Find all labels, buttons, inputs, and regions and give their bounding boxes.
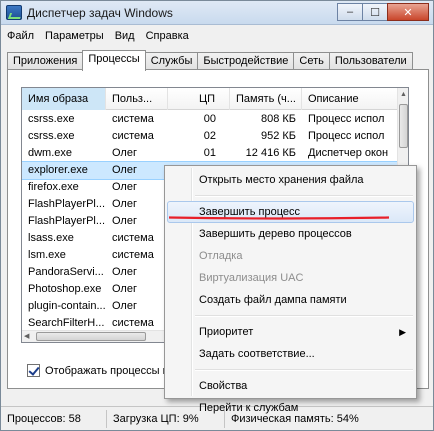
cell-user: Олег: [112, 266, 137, 278]
close-button[interactable]: ✕: [387, 3, 429, 21]
tab-network[interactable]: Сеть: [293, 52, 330, 70]
window-controls: – ☐ ✕: [337, 3, 429, 21]
column-image-name[interactable]: Имя образа: [22, 88, 106, 110]
cell-image-name: Photoshop.exe: [28, 283, 102, 295]
column-user[interactable]: Польз...: [106, 88, 168, 110]
menu-item-label: Открыть место хранения файла: [199, 174, 364, 186]
context-menu: Открыть место хранения файла Завершить пр…: [164, 165, 417, 414]
task-manager-window: Диспетчер задач Windows – ☐ ✕ Файл Парам…: [0, 0, 434, 431]
minimize-button[interactable]: –: [337, 3, 363, 21]
window-title: Диспетчер задач Windows: [27, 6, 173, 20]
cell-image-name: csrss.exe: [28, 130, 75, 142]
menu-separator: [195, 315, 413, 317]
menu-item-label: Создать файл дампа памяти: [199, 294, 347, 306]
menu-item-label: Отладка: [199, 250, 243, 262]
tab-services[interactable]: Службы: [144, 52, 199, 70]
cell-description: Диспетчер окон: [308, 147, 389, 159]
cell-image-name: dwm.exe: [28, 147, 73, 159]
table-row[interactable]: csrss.exe система 02 952 КБ Процесс испол: [22, 128, 398, 145]
menu-item-uac-virtualization: Виртуализация UAC: [167, 267, 414, 289]
show-all-processes-checkbox[interactable]: Отображать процессы вс: [27, 364, 174, 377]
cell-description: Процесс испол: [308, 113, 385, 125]
menu-item-label: Перейти к службам: [199, 402, 299, 414]
menu-item-properties[interactable]: Свойства: [167, 375, 414, 397]
menu-view[interactable]: Вид: [115, 30, 135, 42]
process-list-header: Имя образа Польз... ЦП Память (ч... Опис…: [22, 88, 398, 110]
cell-user: Олег: [112, 198, 137, 210]
cell-cpu: 02: [203, 130, 216, 142]
cell-image-name: plugin-contain...: [28, 300, 106, 312]
submenu-arrow-icon: ▶: [399, 327, 406, 337]
tab-users[interactable]: Пользователи: [328, 52, 413, 70]
menu-item-label: Завершить дерево процессов: [199, 228, 352, 240]
menu-item-label: Приоритет: [199, 326, 254, 338]
menu-item-open-file-location[interactable]: Открыть место хранения файла: [167, 169, 414, 191]
cell-image-name: FlashPlayerPl...: [28, 198, 106, 210]
cell-image-name: FlashPlayerPl...: [28, 215, 106, 227]
tab-processes[interactable]: Процессы: [82, 50, 146, 71]
menu-item-label: Свойства: [199, 380, 248, 392]
cell-user: Олег: [112, 283, 137, 295]
tab-strip: Приложения Процессы Службы Быстродействи…: [7, 50, 413, 71]
menu-item-set-affinity[interactable]: Задать соответствие...: [167, 343, 414, 365]
menu-file[interactable]: Файл: [7, 30, 34, 42]
cell-cpu: 00: [203, 113, 216, 125]
checkbox-checked-icon[interactable]: [27, 364, 40, 377]
cell-image-name: lsm.exe: [28, 249, 66, 261]
cell-user: Олег: [112, 181, 137, 193]
scroll-left-arrow-icon[interactable]: ◀: [24, 331, 29, 342]
column-cpu[interactable]: ЦП: [168, 88, 230, 110]
menu-item-debug: Отладка: [167, 245, 414, 267]
scroll-up-arrow-icon[interactable]: ▲: [398, 88, 408, 102]
cell-user: Олег: [112, 300, 137, 312]
cell-user: система: [112, 130, 154, 142]
red-underline-annotation: [169, 216, 389, 220]
cell-image-name: lsass.exe: [28, 232, 74, 244]
cell-user: система: [112, 232, 154, 244]
menu-item-priority[interactable]: Приоритет ▶: [167, 321, 414, 343]
cell-image-name: PandoraServi...: [28, 266, 104, 278]
cell-image-name: explorer.exe: [28, 164, 88, 176]
table-row[interactable]: csrss.exe система 00 808 КБ Процесс испол: [22, 111, 398, 128]
cell-user: система: [112, 249, 154, 261]
menu-item-end-process-tree[interactable]: Завершить дерево процессов: [167, 223, 414, 245]
cell-cpu: 01: [203, 147, 216, 159]
tab-performance[interactable]: Быстродействие: [197, 52, 295, 70]
cell-description: Процесс испол: [308, 130, 385, 142]
menu-item-label: Виртуализация UAC: [199, 272, 304, 284]
status-processes: Процессов: 58: [1, 409, 107, 428]
menu-options[interactable]: Параметры: [45, 30, 104, 42]
menu-bar: Файл Параметры Вид Справка: [1, 26, 433, 46]
show-all-processes-label: Отображать процессы вс: [45, 364, 174, 377]
menu-item-label: Задать соответствие...: [199, 348, 315, 360]
cell-user: Олег: [112, 215, 137, 227]
cell-image-name: firefox.exe: [28, 181, 79, 193]
menu-help[interactable]: Справка: [146, 30, 189, 42]
tab-applications[interactable]: Приложения: [7, 52, 84, 70]
cell-memory: 808 КБ: [260, 113, 296, 125]
horizontal-scroll-thumb[interactable]: [36, 332, 146, 341]
vertical-scroll-thumb[interactable]: [399, 104, 408, 148]
cell-user: система: [112, 113, 154, 125]
cell-memory: 12 416 КБ: [245, 147, 296, 159]
maximize-button[interactable]: ☐: [362, 3, 388, 21]
menu-item-go-to-services[interactable]: Перейти к службам: [167, 397, 414, 419]
column-memory[interactable]: Память (ч...: [230, 88, 302, 110]
task-manager-icon: [6, 5, 22, 20]
table-row[interactable]: dwm.exe Олег 01 12 416 КБ Диспетчер окон: [22, 145, 398, 162]
menu-separator: [195, 195, 413, 197]
cell-memory: 952 КБ: [260, 130, 296, 142]
column-description[interactable]: Описание: [302, 88, 398, 110]
cell-image-name: csrss.exe: [28, 113, 75, 125]
cell-user: Олег: [112, 164, 137, 176]
menu-item-create-dump-file[interactable]: Создать файл дампа памяти: [167, 289, 414, 311]
cell-user: Олег: [112, 147, 137, 159]
title-bar[interactable]: Диспетчер задач Windows – ☐ ✕: [1, 1, 433, 25]
menu-separator: [195, 369, 413, 371]
